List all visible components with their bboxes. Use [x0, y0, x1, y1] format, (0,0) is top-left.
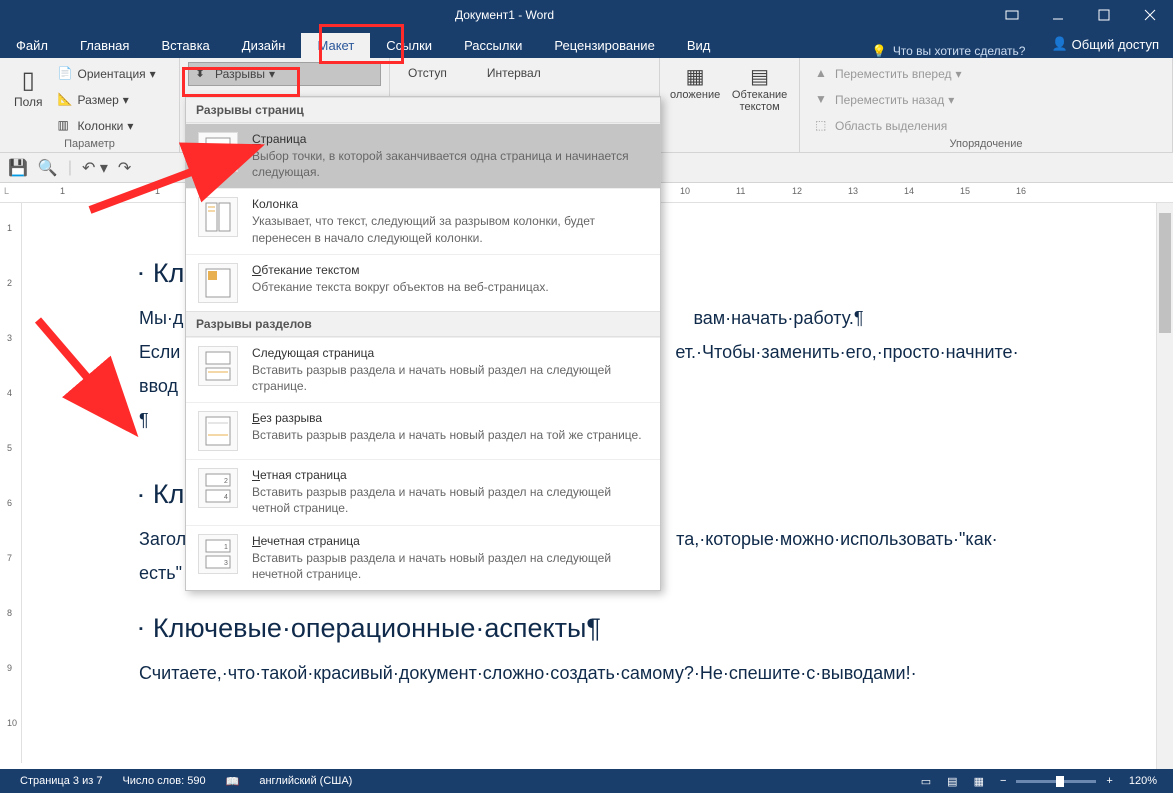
maximize-icon[interactable]: [1081, 0, 1127, 30]
column-break-icon: [198, 197, 238, 237]
section-breaks-header: Разрывы разделов: [186, 311, 660, 337]
breaks-icon: ⬍: [195, 66, 211, 82]
tab-references[interactable]: Ссылки: [370, 33, 448, 58]
zoom-slider[interactable]: [1016, 780, 1096, 783]
tab-mailings[interactable]: Рассылки: [448, 33, 538, 58]
vertical-ruler[interactable]: 1 2 3 4 5 6 7 8 9 10: [2, 203, 22, 763]
odd-page-icon: 13: [198, 534, 238, 574]
break-next-page-item[interactable]: Следующая страницаВставить разрыв раздел…: [186, 337, 660, 402]
close-icon[interactable]: [1127, 0, 1173, 30]
tab-insert[interactable]: Вставка: [145, 33, 225, 58]
next-page-icon: [198, 346, 238, 386]
size-icon: 📐: [58, 92, 74, 108]
tab-review[interactable]: Рецензирование: [538, 33, 670, 58]
continuous-icon: [198, 411, 238, 451]
spacing-label: Интервал: [487, 66, 541, 80]
status-word-count[interactable]: Число слов: 590: [112, 775, 215, 787]
break-textwrap-item[interactable]: Обтекание текстомОбтекание текста вокруг…: [186, 254, 660, 311]
window-title: Документ1 - Word: [20, 8, 989, 22]
position-icon[interactable]: ▦: [686, 64, 705, 89]
zoom-out-icon[interactable]: −: [994, 775, 1012, 787]
orientation-button[interactable]: 📄Ориентация ▾: [51, 62, 163, 86]
break-page-item[interactable]: СтраницаВыбор точки, в которой заканчива…: [186, 123, 660, 188]
view-read-icon[interactable]: ▭: [915, 775, 937, 788]
view-web-icon[interactable]: ▦: [968, 775, 990, 788]
zoom-percent[interactable]: 120%: [1123, 775, 1163, 787]
minimize-icon[interactable]: [1035, 0, 1081, 30]
selection-pane-button[interactable]: ⬚Область выделения: [808, 114, 1164, 138]
margins-button[interactable]: Поля: [14, 95, 43, 109]
status-page[interactable]: Страница 3 из 7: [10, 775, 112, 787]
status-language[interactable]: английский (США): [249, 775, 362, 787]
breaks-dropdown: Разрывы страниц СтраницаВыбор точки, в к…: [185, 96, 661, 591]
svg-text:1: 1: [224, 544, 228, 551]
break-page-label: траница: [261, 132, 307, 146]
redo-icon[interactable]: ↷: [118, 158, 131, 178]
page-breaks-header: Разрывы страниц: [186, 97, 660, 123]
zoom-icon[interactable]: 🔍: [38, 158, 58, 178]
svg-text:2: 2: [224, 478, 228, 485]
break-even-page-item[interactable]: 24 Четная страницаВставить разрыв раздел…: [186, 459, 660, 524]
save-icon[interactable]: 💾: [8, 158, 28, 178]
svg-text:3: 3: [224, 560, 228, 567]
margins-icon[interactable]: ▯: [22, 66, 35, 95]
break-odd-page-item[interactable]: 13 Нечетная страницаВставить разрыв разд…: [186, 525, 660, 590]
breaks-button[interactable]: ⬍Разрывы ▾: [188, 62, 381, 86]
undo-icon[interactable]: ↶ ▾: [82, 158, 108, 178]
tell-me-input[interactable]: 💡 Что вы хотите сделать?: [860, 44, 1038, 58]
break-continuous-item[interactable]: Без разрываВставить разрыв раздела и нач…: [186, 402, 660, 459]
textwrap-break-icon: [198, 263, 238, 303]
columns-icon: ▥: [58, 118, 74, 134]
share-button[interactable]: 👤 Общий доступ: [1037, 30, 1173, 58]
tab-layout[interactable]: Макет: [301, 33, 370, 58]
break-column-item[interactable]: КолонкаУказывает, что текст, следующий з…: [186, 188, 660, 253]
zoom-in-icon[interactable]: +: [1100, 775, 1118, 787]
tab-file[interactable]: Файл: [0, 33, 64, 58]
size-button[interactable]: 📐Размер ▾: [51, 88, 163, 112]
arrange-group-label: Упорядочение: [808, 138, 1164, 150]
tab-design[interactable]: Дизайн: [226, 33, 302, 58]
page-setup-group-label: Параметр: [8, 138, 171, 150]
status-spellcheck-icon[interactable]: 📖: [216, 775, 250, 788]
ribbon-options-icon[interactable]: [989, 0, 1035, 30]
tab-view[interactable]: Вид: [671, 33, 727, 58]
wrap-text-icon[interactable]: ▤: [750, 64, 769, 89]
indent-label: Отступ: [408, 66, 447, 80]
view-print-icon[interactable]: ▤: [941, 775, 963, 788]
columns-button[interactable]: ▥Колонки ▾: [51, 114, 163, 138]
svg-text:4: 4: [224, 494, 228, 501]
orientation-icon: 📄: [58, 66, 74, 82]
heading-3: Ключевые·операционные·аспекты¶: [139, 608, 1055, 650]
page-break-icon: [198, 132, 238, 172]
tab-home[interactable]: Главная: [64, 33, 145, 58]
vertical-scrollbar[interactable]: [1156, 203, 1173, 769]
send-backward-button: ▼Переместить назад ▾: [808, 88, 1164, 112]
even-page-icon: 24: [198, 468, 238, 508]
bring-forward-button: ▲Переместить вперед ▾: [808, 62, 1164, 86]
